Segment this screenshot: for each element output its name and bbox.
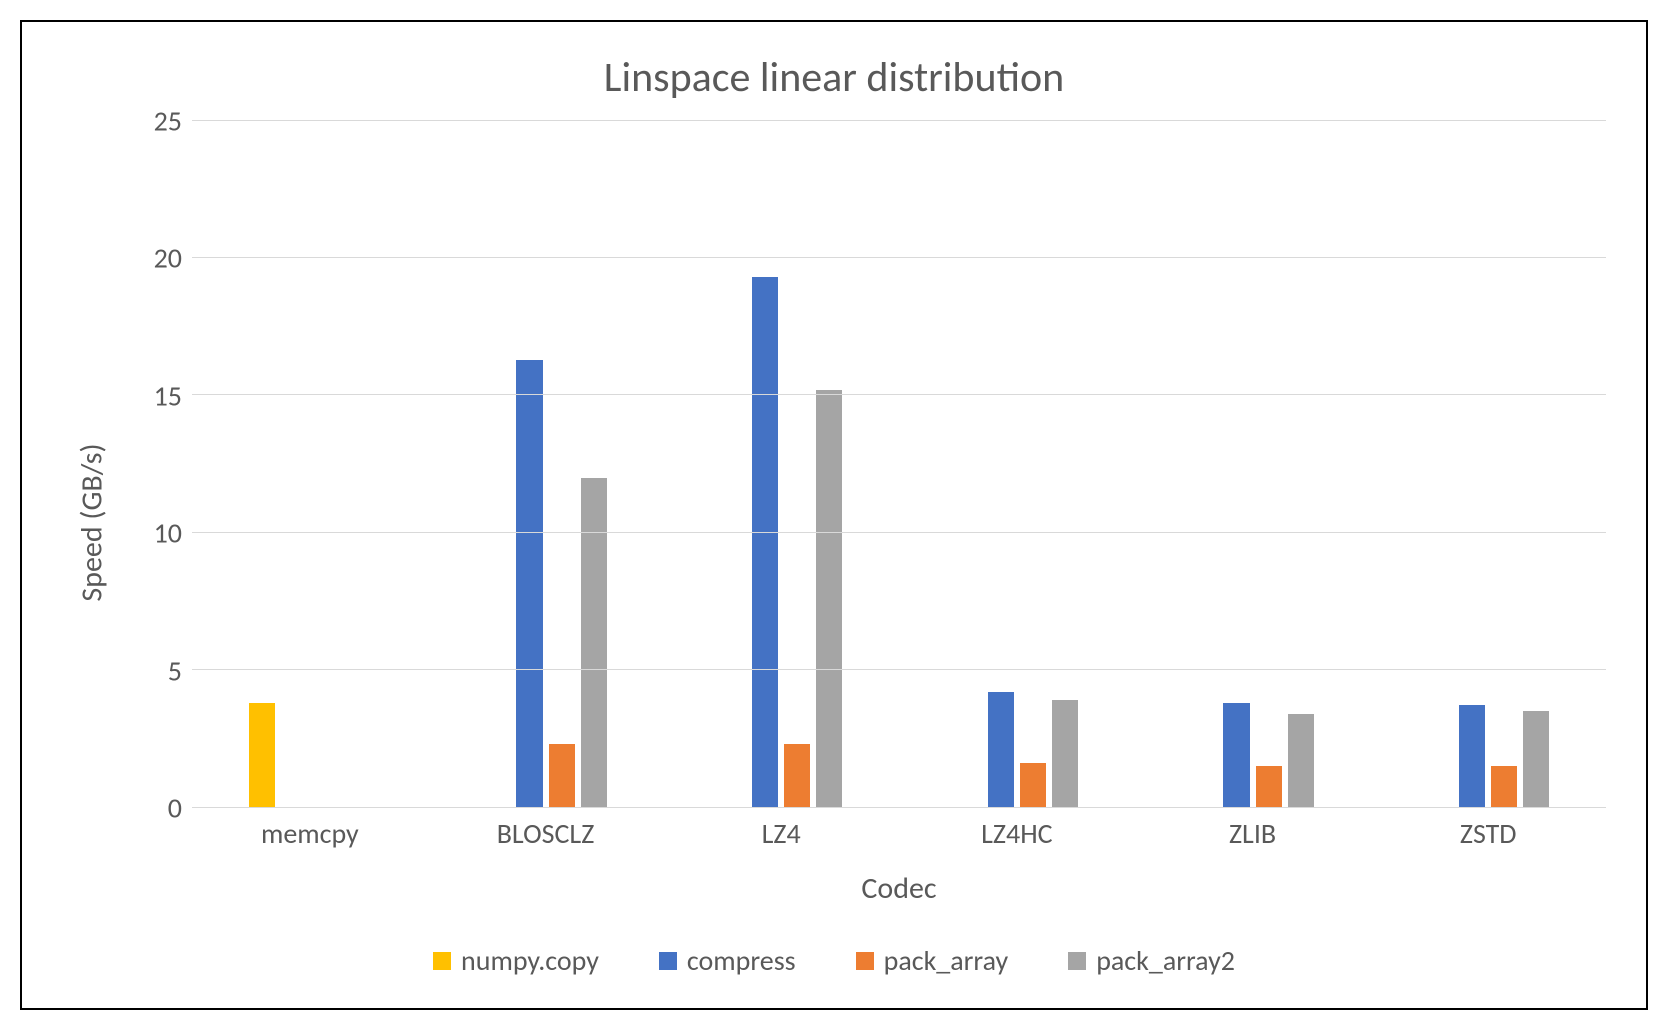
legend-swatch [433,952,451,970]
legend: numpy.copy compress pack_array pack_array2 [62,923,1606,988]
bar [249,703,275,807]
plot-area [192,121,1606,808]
x-tick-label: BLOSCLZ [428,808,664,866]
legend-swatch [659,952,677,970]
bar [784,744,810,807]
plot-wrap: Speed (GB/s) 0510152025 memcpyBLOSCLZLZ4… [62,121,1606,923]
ylabel-box: Speed (GB/s) [62,121,122,923]
chart-container: Linspace linear distribution Speed (GB/s… [20,20,1648,1010]
gridline [192,669,1606,670]
y-tick-label: 10 [154,516,182,551]
bar [1491,766,1517,807]
bar [581,478,607,807]
bar [1223,703,1249,807]
x-tick-label: ZLIB [1135,808,1371,866]
y-ticks: 0510152025 [122,121,192,808]
bar [516,360,542,807]
legend-swatch [856,952,874,970]
bar [549,744,575,807]
bar [1288,714,1314,807]
bar-group [663,121,899,807]
bar-group [1135,121,1371,807]
plot-row: 0510152025 [122,121,1606,808]
x-tick-label: LZ4HC [899,808,1135,866]
bar-group [192,121,428,807]
x-tick-label: ZSTD [1370,808,1606,866]
bar-group [428,121,664,807]
bar-groups [192,121,1606,807]
plot-column: 0510152025 memcpyBLOSCLZLZ4LZ4HCZLIBZSTD… [122,121,1606,923]
y-tick-label: 5 [168,653,182,688]
y-tick-label: 0 [168,791,182,826]
bar-group [899,121,1135,807]
x-tick-label: memcpy [192,808,428,866]
legend-item: pack_array [856,943,1009,978]
x-ticks: memcpyBLOSCLZLZ4LZ4HCZLIBZSTD [192,808,1606,866]
bar [1052,700,1078,807]
legend-swatch [1068,952,1086,970]
x-axis-label: Codec [192,866,1606,923]
y-tick-label: 15 [154,378,182,413]
x-tick-label: LZ4 [663,808,899,866]
x-ticks-row: memcpyBLOSCLZLZ4LZ4HCZLIBZSTD [122,808,1606,866]
chart-title: Linspace linear distribution [62,52,1606,103]
legend-label: pack_array [884,943,1009,978]
y-tick-label: 20 [154,241,182,276]
gridline [192,257,1606,258]
legend-label: compress [687,943,796,978]
bar [988,692,1014,807]
legend-item: pack_array2 [1068,943,1235,978]
bar [1256,766,1282,807]
legend-item: numpy.copy [433,943,599,978]
gridline [192,532,1606,533]
bar [816,390,842,807]
legend-label: pack_array2 [1096,943,1235,978]
bar [1459,705,1485,807]
legend-label: numpy.copy [461,943,599,978]
bar-group [1370,121,1606,807]
legend-item: compress [659,943,796,978]
bar [752,277,778,807]
gridline [192,394,1606,395]
bar [1523,711,1549,807]
y-axis-label: Speed (GB/s) [74,443,111,601]
y-tick-label: 25 [154,104,182,139]
gridline [192,120,1606,121]
bar [1020,763,1046,807]
